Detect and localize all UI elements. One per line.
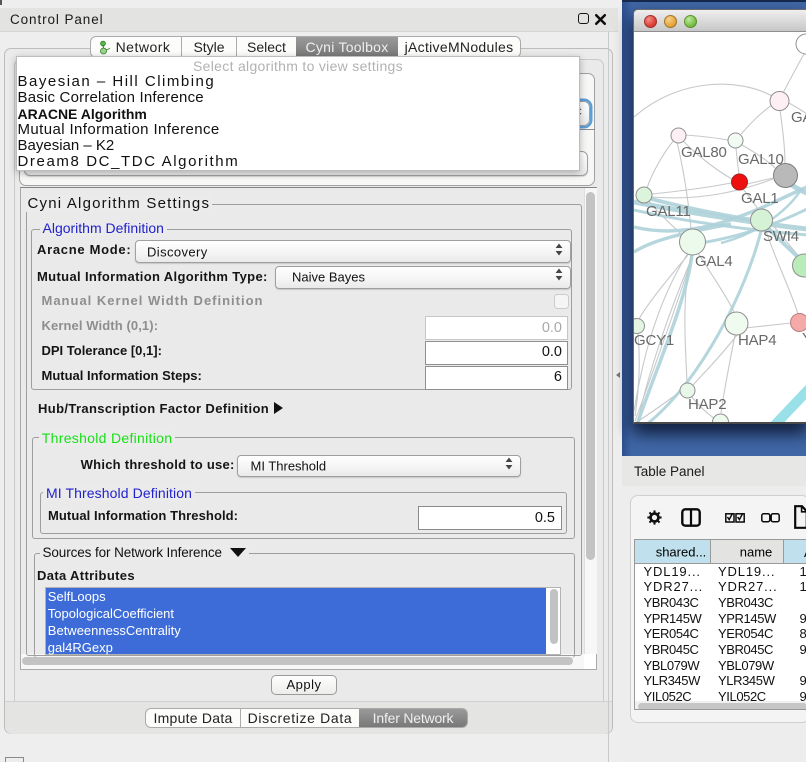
svg-text:GAL7: GAL7	[791, 109, 806, 126]
svg-text:GAL80: GAL80	[681, 144, 727, 161]
svg-text:SWI4: SWI4	[763, 228, 799, 245]
svg-text:YM: YM	[802, 330, 806, 347]
svg-text:GCY1: GCY1	[634, 332, 674, 349]
svg-text:GAL11: GAL11	[646, 203, 691, 220]
svg-text:GAL1: GAL1	[741, 190, 779, 207]
svg-text:GAL4: GAL4	[695, 253, 733, 270]
svg-text:HAP4: HAP4	[738, 332, 776, 349]
svg-text:GAL10: GAL10	[738, 151, 784, 168]
svg-text:HAP2: HAP2	[688, 396, 726, 413]
